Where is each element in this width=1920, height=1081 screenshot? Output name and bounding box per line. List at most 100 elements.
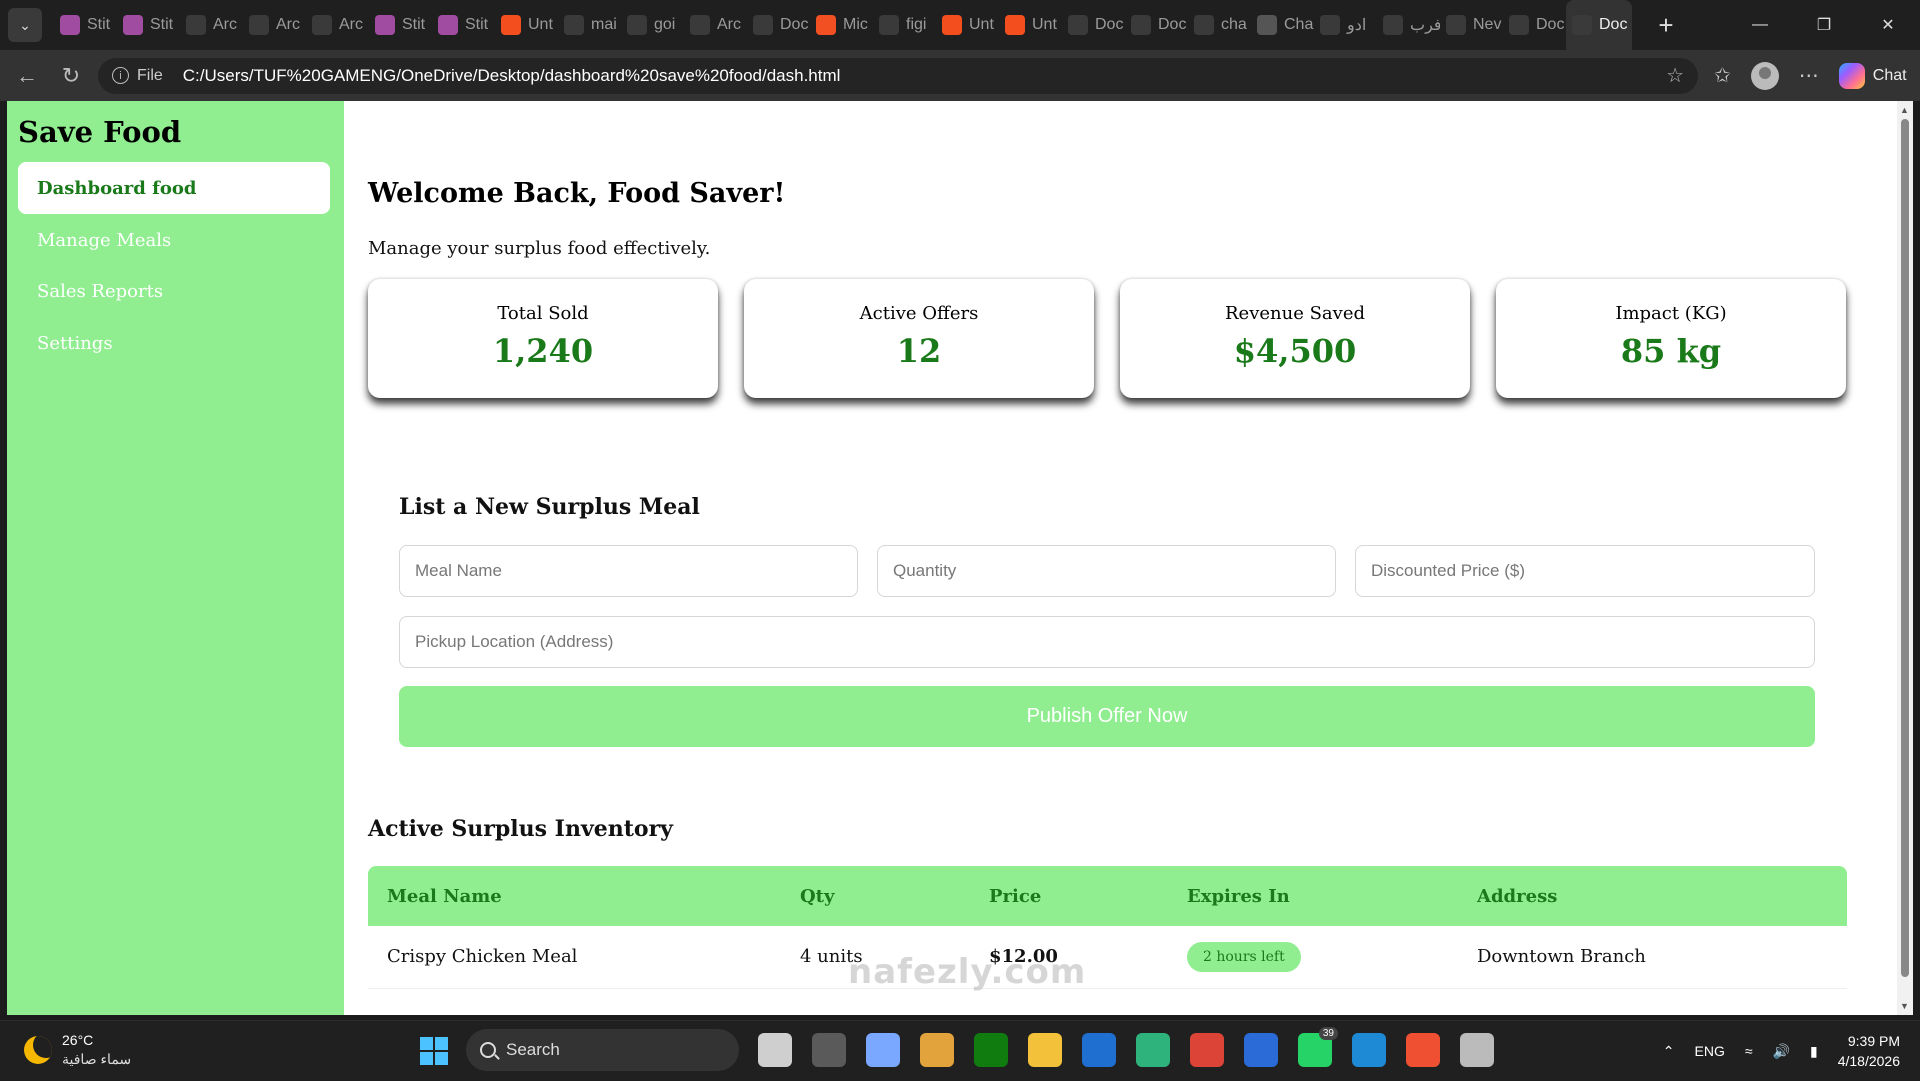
- browser-tab[interactable]: Doc×: [1566, 0, 1632, 50]
- language-indicator[interactable]: ENG: [1695, 1043, 1725, 1059]
- meal-name-input[interactable]: [399, 545, 858, 597]
- url-text[interactable]: C:/Users/TUF%20GAMENG/OneDrive/Desktop/d…: [183, 66, 841, 86]
- git-icon[interactable]: [1406, 1033, 1440, 1067]
- browser-tab[interactable]: Stit: [369, 0, 432, 50]
- tab-actions-menu-button[interactable]: ⌄: [8, 8, 42, 42]
- xbox-icon[interactable]: [974, 1033, 1008, 1067]
- url-field[interactable]: i File C:/Users/TUF%20GAMENG/OneDrive/De…: [98, 57, 1698, 94]
- browser-tab[interactable]: Unt: [495, 0, 558, 50]
- vscode-icon[interactable]: [1352, 1033, 1386, 1067]
- scroll-down-arrow-icon[interactable]: ▼: [1900, 1001, 1909, 1011]
- sidebar-item-dashboard[interactable]: Dashboard food: [18, 162, 330, 214]
- sidebar-item-manage-meals[interactable]: Manage Meals: [18, 214, 330, 266]
- window-controls: — ❐ ✕: [1728, 0, 1920, 50]
- new-tab-button[interactable]: +: [1650, 10, 1682, 41]
- discounted-price-input[interactable]: [1355, 545, 1815, 597]
- newtab-icon: [1446, 15, 1466, 35]
- chat-button[interactable]: Chat: [1838, 62, 1907, 89]
- browser-tab[interactable]: فرب: [1377, 0, 1440, 50]
- stitch-icon: [438, 15, 458, 35]
- browser-tab[interactable]: Stit: [432, 0, 495, 50]
- profile-avatar[interactable]: [1750, 61, 1779, 90]
- browser-tab[interactable]: cha: [1188, 0, 1251, 50]
- sidebar-item-settings[interactable]: Settings: [18, 317, 330, 369]
- weather-widget[interactable]: 26°C سماء صافية: [24, 1031, 131, 1069]
- browser-tab-label: Arc: [717, 16, 741, 33]
- browser-tab[interactable]: mai: [558, 0, 621, 50]
- browser-tab[interactable]: Doc: [1503, 0, 1566, 50]
- tab-strip: Stit Stit Arc Arc Arc Stit Stit Unt mai goi Arc Doc…: [54, 0, 1632, 50]
- browser-tab[interactable]: Arc: [243, 0, 306, 50]
- minimize-button[interactable]: —: [1728, 0, 1792, 50]
- browser-tab[interactable]: Stit: [117, 0, 180, 50]
- more-menu-icon[interactable]: ⋯: [1799, 63, 1819, 88]
- maple-icon[interactable]: [1082, 1033, 1116, 1067]
- snipping-icon[interactable]: [1460, 1033, 1494, 1067]
- back-button[interactable]: ←: [10, 59, 44, 93]
- browser-tab-label: Stit: [87, 16, 111, 33]
- favorites-icon[interactable]: ✩: [1714, 63, 1731, 88]
- task-view-icon[interactable]: [758, 1033, 792, 1067]
- whatsapp-icon[interactable]: 39: [1298, 1027, 1338, 1067]
- browser-tab[interactable]: Mic: [810, 0, 873, 50]
- browser-tab[interactable]: Doc: [747, 0, 810, 50]
- browser-tab[interactable]: Arc: [306, 0, 369, 50]
- browser-tab[interactable]: Doc: [1062, 0, 1125, 50]
- store-icon[interactable]: [920, 1033, 954, 1067]
- pickup-location-input[interactable]: [399, 616, 1815, 668]
- stat-label: Total Sold: [497, 303, 589, 324]
- page-scrollbar[interactable]: ▲ ▼: [1897, 101, 1913, 1015]
- browser-tab[interactable]: Unt: [999, 0, 1062, 50]
- browser-tab[interactable]: Stit: [54, 0, 117, 50]
- browser-tab[interactable]: goi: [621, 0, 684, 50]
- stitch-icon: [375, 15, 395, 35]
- volume-icon[interactable]: 🔊: [1773, 1043, 1790, 1060]
- browser-tab[interactable]: Nev: [1440, 0, 1503, 50]
- favorite-star-icon[interactable]: ☆: [1666, 63, 1684, 88]
- browser-tab[interactable]: Arc: [684, 0, 747, 50]
- show-hidden-icons-icon[interactable]: ⌃: [1663, 1043, 1675, 1060]
- brand-title: Save Food: [18, 115, 182, 149]
- browser-tab[interactable]: Doc: [1125, 0, 1188, 50]
- search-icon: [1320, 15, 1340, 35]
- copilot-icon[interactable]: [812, 1033, 846, 1067]
- browser-tab[interactable]: ادو: [1314, 0, 1377, 50]
- info-icon[interactable]: i: [112, 67, 129, 84]
- expiry-badge: 2 hours left: [1187, 941, 1301, 972]
- globe-icon: [312, 15, 332, 35]
- quantity-input[interactable]: [877, 545, 1336, 597]
- edge-icon[interactable]: [1136, 1033, 1170, 1067]
- wifi-icon[interactable]: ≈: [1745, 1043, 1753, 1059]
- battery-icon[interactable]: ▮: [1810, 1043, 1818, 1060]
- globe-icon: [249, 15, 269, 35]
- powershell-icon[interactable]: [1244, 1033, 1278, 1067]
- browser-tab-label: Arc: [276, 16, 300, 33]
- start-button[interactable]: [420, 1037, 448, 1065]
- chrome-icon[interactable]: [1190, 1033, 1224, 1067]
- browser-tab[interactable]: Cha: [1251, 0, 1314, 50]
- taskbar-search[interactable]: Search: [466, 1029, 739, 1071]
- browser-tab-label: Doc: [1536, 16, 1565, 33]
- restore-button[interactable]: ❐: [1792, 0, 1856, 50]
- scrollbar-thumb[interactable]: [1901, 119, 1909, 977]
- column-header-meal-name: Meal Name: [387, 885, 502, 907]
- browser-tab-label: Doc: [1158, 16, 1187, 33]
- cell-expires: 2 hours left: [1168, 926, 1458, 989]
- sidebar-item-sales-reports[interactable]: Sales Reports: [18, 265, 330, 317]
- browser-tab[interactable]: Unt: [936, 0, 999, 50]
- browser-tab-label: mai: [591, 16, 617, 33]
- scroll-up-arrow-icon[interactable]: ▲: [1900, 105, 1909, 115]
- close-window-button[interactable]: ✕: [1856, 0, 1920, 50]
- stat-label: Revenue Saved: [1225, 303, 1365, 324]
- browser-tab[interactable]: Arc: [180, 0, 243, 50]
- file-explorer-icon[interactable]: [1028, 1033, 1062, 1067]
- reload-button[interactable]: ↻: [54, 59, 88, 93]
- publish-offer-button[interactable]: Publish Offer Now: [399, 686, 1815, 747]
- column-header-address: Address: [1477, 885, 1558, 907]
- search-icon: [1383, 15, 1403, 35]
- widgets-icon[interactable]: [866, 1033, 900, 1067]
- figma-icon: [942, 15, 962, 35]
- stat-card-revenue-saved: Revenue Saved $4,500: [1120, 279, 1470, 398]
- browser-tab[interactable]: figi: [873, 0, 936, 50]
- clock[interactable]: 9:39 PM 4/18/2026: [1838, 1031, 1900, 1071]
